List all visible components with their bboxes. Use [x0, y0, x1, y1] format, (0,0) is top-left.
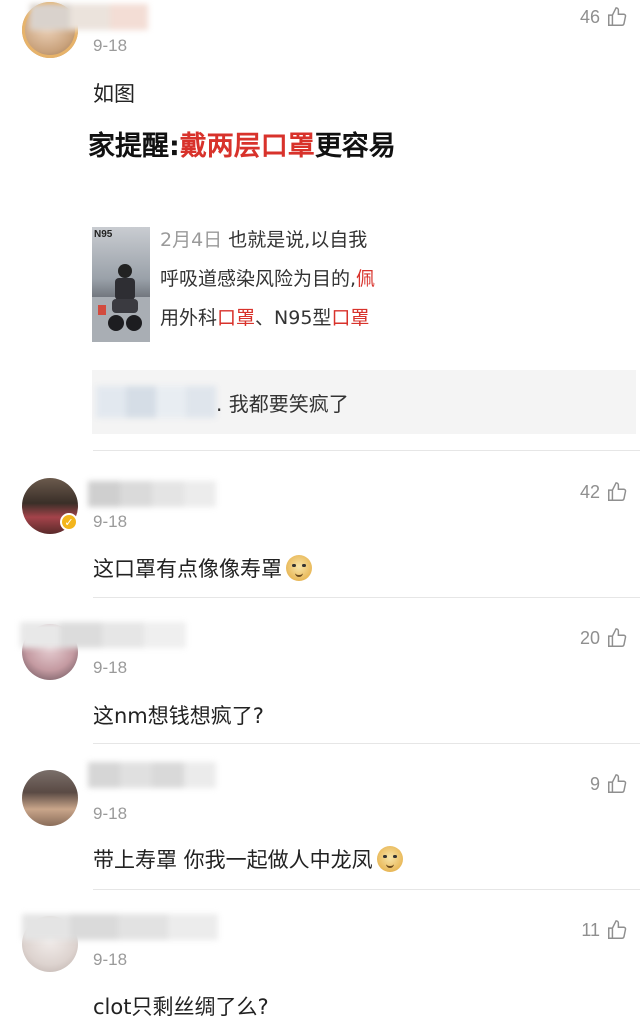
comment-date: 9-18: [93, 512, 128, 531]
like-button[interactable]: 11: [581, 919, 628, 941]
comment-text: 这口罩有点像像寿罩: [93, 553, 312, 583]
avatar[interactable]: [22, 770, 78, 826]
like-button[interactable]: 20: [580, 627, 628, 649]
reply-text: . 我都要笑疯了: [216, 392, 349, 416]
like-count: 20: [579, 627, 600, 648]
username-blurred[interactable]: [22, 914, 218, 940]
comment-date: 9-18: [93, 36, 128, 55]
comment-text: 这nm想钱想疯了?: [93, 704, 264, 728]
verified-badge-icon: ✓: [60, 513, 78, 531]
like-button[interactable]: 42: [580, 481, 628, 503]
doge-emoji: [286, 555, 312, 581]
like-button[interactable]: 46: [580, 6, 628, 28]
scooter-rider-image: [92, 264, 150, 342]
comment-text: 带上寿罩 你我一起做人中龙凤: [93, 844, 403, 874]
username-blurred[interactable]: [88, 481, 216, 507]
shared-article-card[interactable]: N95 2月4日 也就是说,以自我 呼吸道感染风险为目的,佩 用外科口罩、N95…: [92, 222, 402, 346]
username-blurred[interactable]: [30, 4, 148, 30]
comment-text: 如图: [93, 82, 135, 106]
divider: [93, 889, 640, 890]
divider: [93, 743, 640, 744]
comment-date: 9-18: [93, 804, 128, 823]
article-excerpt: 2月4日 也就是说,以自我 呼吸道感染风险为目的,佩 用外科口罩、N95型口罩: [160, 229, 376, 329]
thumbs-up-icon: [608, 482, 627, 501]
comment-date: 9-18: [93, 950, 128, 969]
comment-date: 9-18: [93, 658, 128, 677]
like-count: 9: [589, 773, 600, 794]
thumbs-up-icon: [608, 774, 627, 793]
like-count: 11: [581, 919, 600, 940]
divider: [93, 450, 640, 451]
like-button[interactable]: 9: [590, 773, 628, 795]
thumbs-up-icon: [608, 920, 627, 939]
username-blurred[interactable]: [88, 762, 216, 788]
thumbs-up-icon: [608, 7, 627, 26]
reply-username-blurred: [96, 386, 216, 418]
divider: [93, 597, 640, 598]
comment-text: clot只剩丝绸了么?: [93, 995, 269, 1019]
like-count: 46: [579, 6, 600, 27]
doge-emoji: [376, 846, 403, 872]
thumbs-up-icon: [608, 628, 627, 647]
username-blurred[interactable]: [20, 622, 186, 648]
like-count: 42: [579, 481, 600, 502]
shared-article-headline[interactable]: 家提醒:戴两层口罩更容易: [88, 124, 404, 163]
reply-preview[interactable]: . 我都要笑疯了: [92, 370, 636, 434]
article-thumbnail: N95: [92, 227, 150, 342]
